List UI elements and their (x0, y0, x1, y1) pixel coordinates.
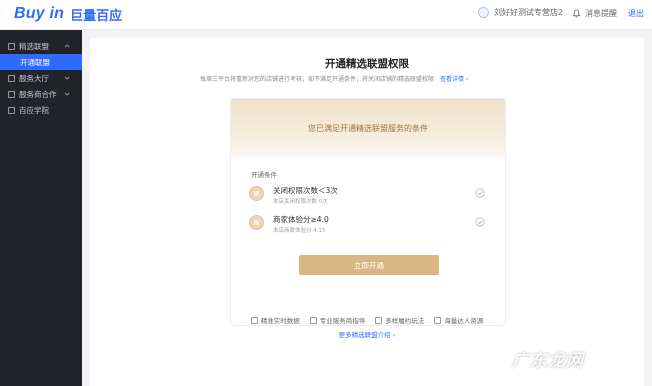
feature-item: 海量达人资源 (434, 315, 483, 325)
condition-detail: 本店商家体验分 4.15 (273, 228, 326, 234)
fulfillment-icon (375, 316, 383, 324)
account-name: 刘好好测试专营店2 (494, 8, 564, 17)
sidebar-item-open-alliance[interactable]: 开通联盟 (0, 54, 82, 70)
page-title: 开通精选联盟权限 (325, 58, 409, 70)
sidebar-item-label: 精选联盟 (19, 41, 49, 51)
condition-badge-icon (249, 186, 264, 201)
condition-name: 商家体验分≥4.0 (273, 215, 329, 224)
card-header: 您已满足开通精选联盟服务的条件 (231, 99, 505, 157)
condition-detail: 本店关闭权限次数 0次 (273, 199, 328, 205)
condition-item: 关闭权限次数＜3次 本店关闭权限次数 0次 (249, 183, 493, 209)
feature-label: 精准实时数据 (260, 317, 300, 325)
feature-label: 专业服务商指导 (319, 317, 366, 325)
conditions-label: 开通条件 (251, 171, 277, 179)
grid-icon (8, 106, 15, 114)
watermark: 广东龙网 (512, 351, 584, 371)
feature-label: 多样履约玩法 (385, 317, 425, 325)
condition-badge-icon (249, 215, 264, 230)
sidebar-item-label: 服务商合作 (19, 89, 57, 99)
sidebar-item-partner[interactable]: 服务商合作 (0, 86, 82, 102)
logo[interactable]: Buy in 巨量百应 (14, 4, 122, 24)
page-description: 每周三平台将重新对您的店铺进行考核，如不满足开通条件，将关闭店铺的精选联盟权限 … (200, 74, 468, 83)
main-panel: 开通精选联盟权限 每周三平台将重新对您的店铺进行考核，如不满足开通条件，将关闭店… (90, 38, 644, 386)
bell-icon (572, 9, 581, 18)
sidebar: 精选联盟 开通联盟 服务大厅 服务商合作 百应学院 (0, 30, 82, 386)
logo-text: Buy in (14, 5, 65, 22)
data-icon (250, 316, 258, 324)
condition-item: 商家体验分≥4.0 本店商家体验分 4.15 (249, 212, 493, 238)
check-circle-icon (475, 217, 485, 227)
sidebar-item-label: 服务大厅 (19, 73, 49, 83)
logout-link[interactable]: 退出 (628, 8, 644, 19)
feature-item: 专业服务商指导 (309, 315, 366, 325)
grid-icon (8, 74, 15, 82)
guide-icon (309, 316, 317, 324)
logo-brand: 巨量百应 (70, 7, 123, 23)
feature-label: 海量达人资源 (444, 317, 484, 325)
avatar (478, 7, 489, 18)
sidebar-item-label: 开通联盟 (20, 57, 50, 67)
sidebar-item-service-hall[interactable]: 服务大厅 (0, 70, 82, 86)
view-details-link[interactable]: 查看详情 › (440, 76, 468, 83)
feature-item: 多样履约玩法 (375, 315, 424, 325)
messages-button[interactable]: 消息提醒 (572, 8, 617, 19)
feature-item: 精准实时数据 (250, 315, 300, 325)
sidebar-item-academy[interactable]: 百应学院 (0, 102, 82, 118)
sidebar-item-alliance[interactable]: 精选联盟 (0, 38, 82, 54)
feature-list: 精准实时数据 专业服务商指导 多样履约玩法 海量达人资源 (90, 315, 644, 325)
grid-icon (8, 42, 15, 50)
chevron-down-icon (64, 92, 70, 96)
account-menu[interactable]: 刘好好测试专营店2 (478, 7, 563, 18)
chevron-up-icon (64, 44, 70, 48)
top-bar: Buy in 巨量百应 刘好好测试专营店2 消息提醒 退出 (0, 0, 652, 30)
check-circle-icon (475, 188, 485, 198)
influencer-icon (434, 316, 442, 324)
more-intro-link[interactable]: 更多精选联盟介绍 › (90, 329, 644, 339)
conditions-card: 您已满足开通精选联盟服务的条件 开通条件 关闭权限次数＜3次 本店关闭权限次数 … (230, 98, 506, 326)
open-now-button[interactable]: 立即开通 (299, 255, 439, 275)
grid-icon (8, 90, 15, 98)
sidebar-item-label: 百应学院 (19, 105, 49, 115)
description-text: 每周三平台将重新对您的店铺进行考核，如不满足开通条件，将关闭店铺的精选联盟权限 (200, 76, 435, 83)
card-header-text: 您已满足开通精选联盟服务的条件 (308, 123, 428, 133)
messages-label: 消息提醒 (585, 9, 617, 18)
chevron-down-icon (64, 76, 70, 80)
condition-name: 关闭权限次数＜3次 (273, 186, 338, 195)
